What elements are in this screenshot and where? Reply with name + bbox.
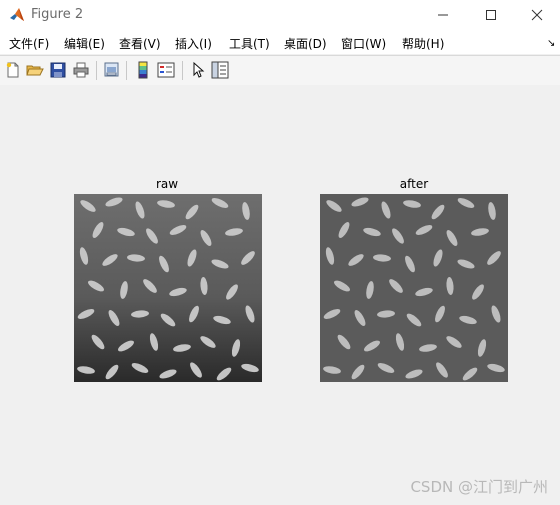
figure-canvas: raw after CSDN @江门到广州 — [0, 85, 560, 505]
toolbar-separator — [126, 61, 127, 80]
window-title: Figure 2 — [31, 7, 84, 22]
watermark-text: CSDN @江门到广州 — [410, 478, 548, 496]
raw-rice-image — [74, 194, 262, 382]
menu-edit[interactable]: 编辑(E) — [64, 35, 105, 52]
matlab-logo-icon — [10, 8, 24, 21]
menu-overflow-arrow-icon[interactable]: ↘ — [547, 38, 555, 49]
axes-title-after: after — [399, 177, 429, 191]
processed-rice-image — [320, 194, 508, 382]
menu-bar: 文件(F) 编辑(E) 查看(V) 插入(I) 工具(T) 桌面(D) 窗口(W… — [0, 30, 560, 54]
title-bar: Figure 2 — [0, 0, 560, 30]
property-inspector-icon[interactable] — [211, 61, 229, 79]
close-button[interactable] — [514, 0, 560, 30]
menu-view[interactable]: 查看(V) — [119, 35, 161, 52]
maximize-button[interactable] — [468, 0, 514, 30]
legend-icon[interactable] — [157, 61, 175, 79]
menu-insert[interactable]: 插入(I) — [175, 35, 212, 52]
minimize-button[interactable] — [420, 0, 466, 30]
maximize-icon — [486, 10, 496, 20]
open-file-icon[interactable] — [26, 61, 44, 79]
minimize-icon — [438, 14, 448, 16]
print-icon[interactable] — [72, 61, 90, 79]
figure-toolbar — [0, 55, 560, 86]
toolbar-separator — [182, 61, 183, 80]
colorbar-icon[interactable] — [134, 61, 152, 79]
menu-file[interactable]: 文件(F) — [9, 35, 49, 52]
menu-window[interactable]: 窗口(W) — [341, 35, 386, 52]
menu-help[interactable]: 帮助(H) — [402, 35, 444, 52]
select-pointer-icon[interactable] — [189, 61, 207, 79]
save-icon[interactable] — [49, 61, 67, 79]
toolbar-separator — [96, 61, 97, 80]
close-icon — [531, 9, 543, 21]
new-figure-icon[interactable] — [4, 61, 22, 79]
axes-title-raw: raw — [155, 177, 179, 191]
menu-desktop[interactable]: 桌面(D) — [284, 35, 327, 52]
menu-tools[interactable]: 工具(T) — [229, 35, 270, 52]
print-preview-icon[interactable] — [103, 61, 121, 79]
